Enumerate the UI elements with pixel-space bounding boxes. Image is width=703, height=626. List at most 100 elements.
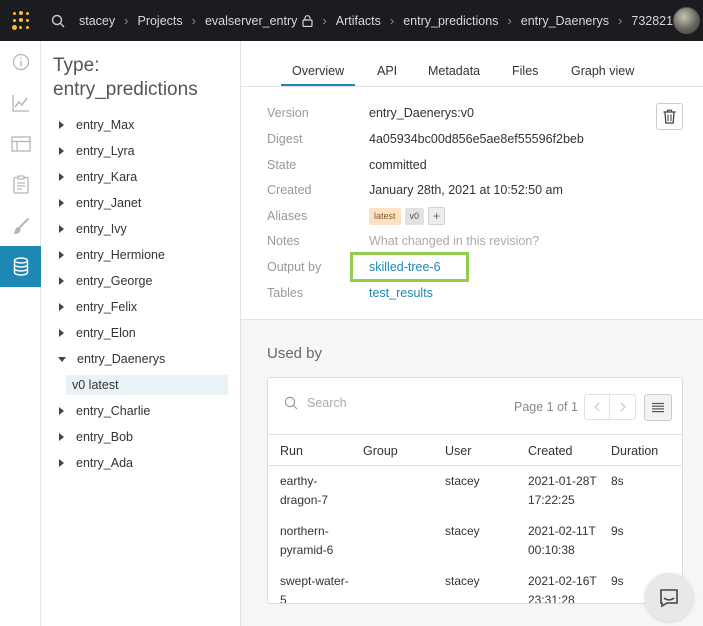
tab-graph-view[interactable]: Graph view [571,64,634,78]
tab-metadata[interactable]: Metadata [428,64,480,78]
state-value: committed [369,158,427,172]
trash-icon [663,109,676,124]
column-header-duration[interactable]: Duration [611,444,658,458]
tab-files[interactable]: Files [512,64,538,78]
caret-right-icon[interactable] [59,277,64,285]
table-icon[interactable] [0,123,41,164]
run-duration: 9s [611,524,624,538]
tree-item[interactable]: entry_Hermione [55,242,235,268]
table-search[interactable]: Search [284,396,347,410]
tree-item[interactable]: entry_Kara [55,164,235,190]
info-icon[interactable] [0,41,41,82]
breadcrumb-artifact[interactable]: entry_Daenerys [521,14,609,28]
tree-item[interactable]: entry_Elon [55,320,235,346]
tree-item[interactable]: entry_Max [55,112,235,138]
caret-right-icon[interactable] [59,251,64,259]
tree-item[interactable]: entry_Felix [55,294,235,320]
menu-icon [652,402,664,413]
used-by-title: Used by [267,345,323,362]
table-row[interactable]: northern-pyramid-6 stacey 2021-02-11T00:… [268,517,682,567]
search-input[interactable]: Search [307,396,347,410]
caret-right-icon[interactable] [59,459,64,467]
breadcrumb-project[interactable]: evalserver_entry [205,14,297,28]
tables-label: Tables [267,286,304,300]
add-alias-button[interactable]: + [428,207,446,225]
lock-icon [302,14,313,27]
run-name[interactable]: swept-water-5 [280,572,350,603]
chart-icon[interactable] [0,82,41,123]
type-title: Type: entry_predictions [53,55,198,100]
caret-right-icon[interactable] [59,303,64,311]
tree-item[interactable]: entry_Bob [55,424,235,450]
tab-bar: Overview API Metadata Files Graph view [241,41,703,87]
search-icon[interactable] [43,14,73,28]
tree-item[interactable]: entry_Ada [55,450,235,476]
notes-input[interactable]: What changed in this revision? [369,234,539,248]
breadcrumb-user[interactable]: stacey [79,14,115,28]
chat-support-button[interactable] [645,573,693,621]
used-by-table-card: Search Page 1 of 1 Run Group User Create… [267,377,683,604]
run-created: 2021-01-28T17:22:25 [528,474,597,507]
clipboard-icon[interactable] [0,164,41,205]
digest-label: Digest [267,132,303,146]
tree-child-version-selected[interactable]: v0 latest [66,375,228,395]
caret-right-icon[interactable] [59,329,64,337]
notes-label: Notes [267,234,300,248]
state-label: State [267,158,297,172]
next-page-button[interactable] [610,395,635,419]
run-name[interactable]: earthy-dragon-7 [280,472,350,510]
brush-icon[interactable] [0,205,41,246]
table-row[interactable]: swept-water-5 stacey 2021-02-16T23:31:28… [268,567,682,603]
version-label: Version [267,106,309,120]
column-header-group[interactable]: Group [363,444,398,458]
aliases-label: Aliases [267,209,308,223]
active-tab-indicator [281,84,355,86]
tab-api[interactable]: API [377,64,397,78]
breadcrumb-artifacts[interactable]: Artifacts [336,14,381,28]
column-header-user[interactable]: User [445,444,471,458]
tree-item[interactable]: entry_Charlie [55,398,235,424]
run-user: stacey [445,474,480,488]
chevron-right-icon [620,402,626,412]
chat-icon [660,589,678,608]
used-by-section: Used by Search Page 1 of 1 Run Group Use… [241,319,703,626]
caret-right-icon[interactable] [59,173,64,181]
caret-right-icon[interactable] [59,147,64,155]
column-header-run[interactable]: Run [280,444,303,458]
tree-item[interactable]: entry_Janet [55,190,235,216]
columns-menu-button[interactable] [644,394,672,421]
database-icon[interactable] [0,246,41,287]
caret-right-icon[interactable] [59,121,64,129]
created-value: January 28th, 2021 at 10:52:50 am [369,183,563,197]
tree-item[interactable]: entry_Ivy [55,216,235,242]
run-duration: 8s [611,474,624,488]
caret-right-icon[interactable] [59,407,64,415]
tab-overview[interactable]: Overview [292,64,344,78]
table-row[interactable]: earthy-dragon-7 stacey 2021-01-28T17:22:… [268,467,682,517]
avatar[interactable] [673,7,700,34]
caret-right-icon[interactable] [59,199,64,207]
aliases-list: latest v0 + [369,207,449,225]
alias-tag-latest[interactable]: latest [369,207,401,225]
run-duration: 9s [611,574,624,588]
wandb-logo-icon[interactable] [0,0,41,41]
tables-link[interactable]: test_results [369,286,433,300]
tree-item[interactable]: entry_George [55,268,235,294]
artifact-tree: entry_Max entry_Lyra entry_Kara entry_Ja… [55,112,235,476]
breadcrumb-type[interactable]: entry_predictions [403,14,498,28]
run-name[interactable]: northern-pyramid-6 [280,522,350,560]
run-created: 2021-02-11T00:10:38 [528,524,596,557]
delete-button[interactable] [656,103,683,130]
caret-down-icon[interactable] [58,356,66,362]
breadcrumb-projects[interactable]: Projects [137,14,182,28]
artifact-type-panel: Type: entry_predictions entry_Max entry_… [41,41,241,626]
alias-tag-v0[interactable]: v0 [404,207,425,225]
prev-page-button[interactable] [585,395,611,419]
tree-item-expanded[interactable]: entry_Daenerys [55,346,235,372]
caret-right-icon[interactable] [59,433,64,441]
artifact-main: Overview API Metadata Files Graph view V… [241,41,703,626]
tree-item[interactable]: entry_Lyra [55,138,235,164]
column-header-created[interactable]: Created [528,444,572,458]
caret-right-icon[interactable] [59,225,64,233]
run-user: stacey [445,524,480,538]
